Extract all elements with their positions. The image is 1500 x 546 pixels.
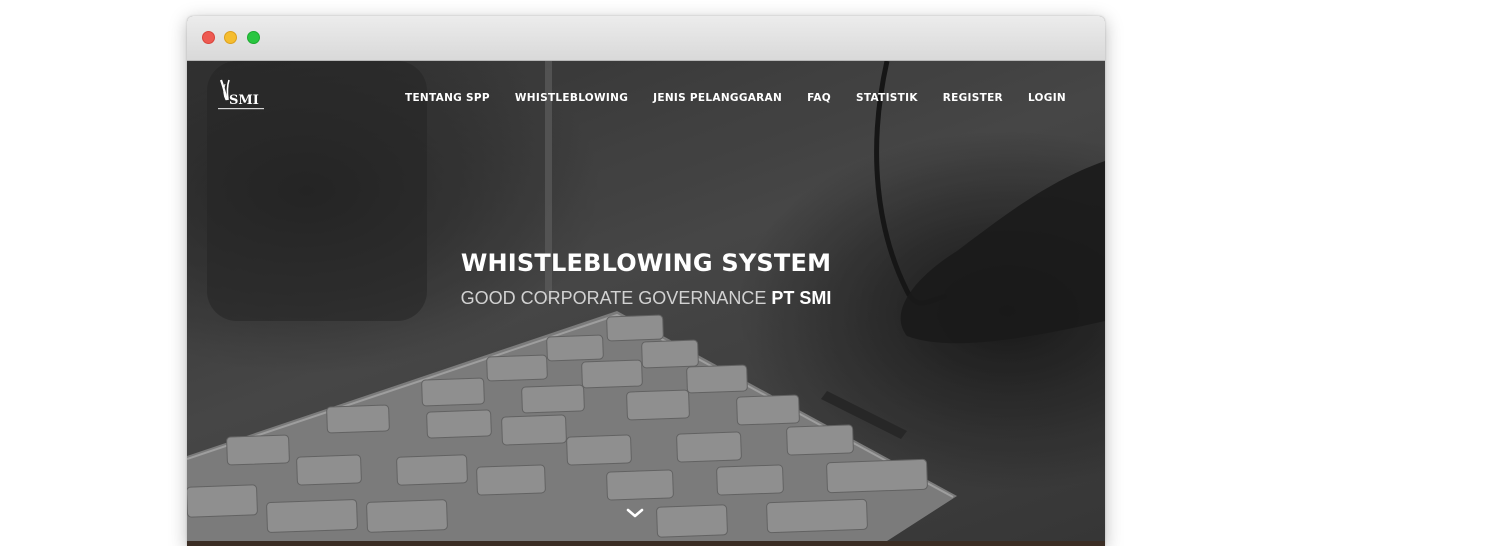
hero-section: WHISTLEBLOWING SYSTEM GOOD CORPORATE GOV…: [187, 249, 1105, 309]
hero-subtitle-prefix: GOOD CORPORATE GOVERNANCE: [460, 288, 767, 308]
hero-title: WHISTLEBLOWING SYSTEM: [460, 249, 832, 277]
nav-tentang-spp[interactable]: TENTANG SPP: [405, 92, 490, 104]
hero-subtitle-brand: PT SMI: [771, 288, 832, 308]
chevron-down-icon[interactable]: [624, 505, 646, 521]
nav-whistleblowing[interactable]: WHISTLEBLOWING: [515, 92, 628, 104]
page-viewport: SMI TENTANG SPP WHISTLEBLOWING JENIS PEL…: [187, 61, 1105, 546]
hero-subtitle: GOOD CORPORATE GOVERNANCE PT SMI: [187, 288, 1105, 309]
nav-statistik[interactable]: STATISTIK: [856, 92, 918, 104]
main-nav: TENTANG SPP WHISTLEBLOWING JENIS PELANGG…: [380, 92, 1066, 104]
nav-jenis-pelanggaran[interactable]: JENIS PELANGGARAN: [653, 92, 782, 104]
next-section-edge: [187, 541, 1105, 546]
nav-register[interactable]: REGISTER: [943, 92, 1003, 104]
nav-login[interactable]: LOGIN: [1028, 92, 1066, 104]
minimize-window-button[interactable]: [224, 31, 237, 44]
window-titlebar: [187, 16, 1105, 61]
top-navbar: SMI TENTANG SPP WHISTLEBLOWING JENIS PEL…: [187, 61, 1105, 136]
maximize-window-button[interactable]: [247, 31, 260, 44]
close-window-button[interactable]: [202, 31, 215, 44]
logo-text: SMI: [229, 93, 259, 108]
nav-faq[interactable]: FAQ: [807, 92, 831, 104]
smi-logo[interactable]: SMI: [215, 78, 267, 114]
browser-window: SMI TENTANG SPP WHISTLEBLOWING JENIS PEL…: [187, 16, 1105, 546]
